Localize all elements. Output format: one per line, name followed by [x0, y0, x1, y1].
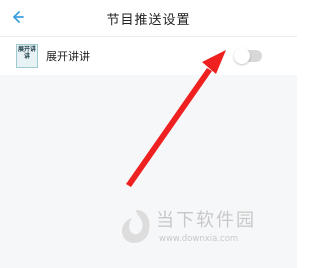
row-label: 展开讲讲: [46, 50, 90, 63]
list-item: 展开讲讲 展开讲讲: [0, 37, 297, 75]
toggle-knob: [234, 48, 250, 64]
watermark-url: www.downxia.com: [159, 234, 239, 244]
push-toggle[interactable]: [234, 48, 262, 64]
watermark-logo: [121, 210, 150, 243]
app-icon-text: 展开讲讲: [18, 46, 37, 60]
page-title: 节目推送设置: [106, 13, 191, 28]
watermark-text: 当下软件园: [156, 210, 256, 231]
top-bar: 节目推送设置: [0, 0, 297, 37]
app-book-icon: 展开讲讲: [16, 44, 38, 68]
